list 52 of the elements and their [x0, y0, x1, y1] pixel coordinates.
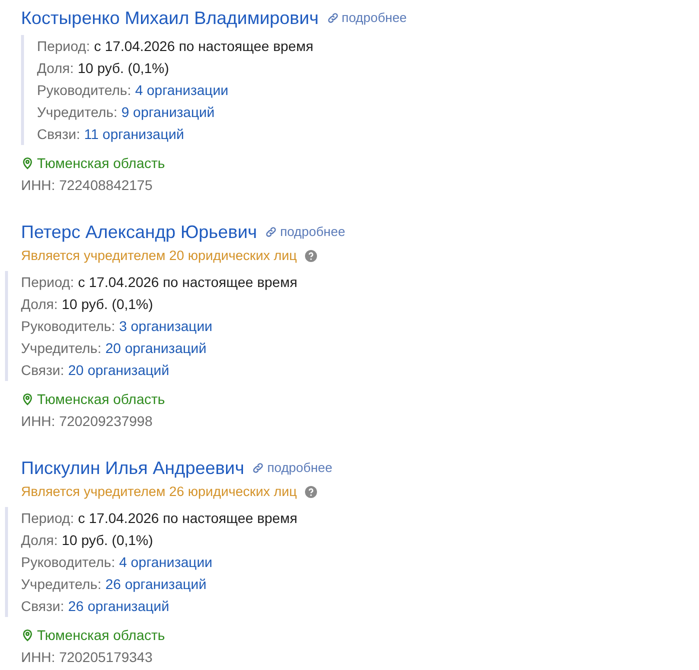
- help-icon[interactable]: [304, 486, 317, 498]
- more-link[interactable]: подробнее: [265, 222, 346, 242]
- inn-text: ИНН: 720205179343: [21, 648, 152, 666]
- organizations-link[interactable]: 3 организации: [119, 315, 212, 337]
- link-icon: [326, 12, 339, 24]
- field-label: Учредитель:: [37, 103, 118, 122]
- region-text: Тюменская область: [37, 154, 165, 172]
- field-label: Связи:: [21, 361, 64, 380]
- region-text: Тюменская область: [37, 390, 165, 408]
- field-label: Связи:: [21, 597, 64, 616]
- more-link[interactable]: подробнее: [252, 458, 332, 478]
- field-label: Период:: [37, 37, 90, 56]
- person-name-link[interactable]: Костыренко Михаил Владимирович: [21, 5, 319, 31]
- more-link[interactable]: подробнее: [326, 8, 407, 28]
- field-label: Доля:: [21, 295, 58, 314]
- field-label: Учредитель:: [21, 575, 102, 594]
- location-pin-icon: [21, 156, 34, 170]
- field-value: с 17.04.2026 по настоящее время: [78, 273, 298, 292]
- field-label: Доля:: [37, 59, 74, 78]
- link-icon: [252, 462, 264, 474]
- help-icon[interactable]: [304, 250, 317, 262]
- location-pin-icon: [21, 628, 34, 642]
- organizations-link[interactable]: 20 организаций: [68, 359, 170, 381]
- organizations-link[interactable]: 11 организаций: [84, 123, 184, 145]
- organizations-link[interactable]: 20 организаций: [105, 337, 206, 359]
- field-label: Доля:: [21, 531, 58, 550]
- field-value: с 17.04.2026 по настоящее время: [94, 37, 314, 56]
- person-name-link[interactable]: Петерс Александр Юрьевич: [21, 219, 258, 245]
- organizations-link[interactable]: 9 организаций: [121, 101, 215, 123]
- field-value: с 17.04.2026 по настоящее время: [78, 509, 298, 528]
- field-label: Руководитель:: [21, 553, 116, 572]
- field-label: Руководитель:: [37, 81, 132, 100]
- person-name-link[interactable]: Пискулин Илья Андреевич: [21, 455, 244, 481]
- link-icon: [265, 226, 278, 238]
- field-label: Связи:: [37, 125, 80, 144]
- location-pin-icon: [21, 392, 34, 406]
- field-value: 10 руб. (0,1%): [78, 59, 170, 78]
- field-value: 10 руб. (0,1%): [62, 295, 154, 314]
- organizations-link[interactable]: 26 организаций: [68, 595, 170, 617]
- inn-text: ИНН: 720209237998: [21, 412, 152, 430]
- founder-warning: Является учредителем 26 юридических лиц: [21, 482, 297, 501]
- founder-warning: Является учредителем 20 юридических лиц: [21, 246, 297, 265]
- field-label: Период:: [21, 273, 74, 292]
- region-text: Тюменская область: [37, 626, 165, 644]
- field-label: Учредитель:: [21, 339, 102, 358]
- field-label: Руководитель:: [21, 317, 116, 336]
- field-label: Период:: [21, 509, 74, 528]
- organizations-link[interactable]: 26 организаций: [105, 573, 206, 595]
- organizations-link[interactable]: 4 организации: [135, 79, 228, 101]
- inn-text: ИНН: 722408842175: [21, 176, 152, 194]
- field-value: 10 руб. (0,1%): [62, 531, 154, 550]
- organizations-link[interactable]: 4 организации: [119, 551, 212, 573]
